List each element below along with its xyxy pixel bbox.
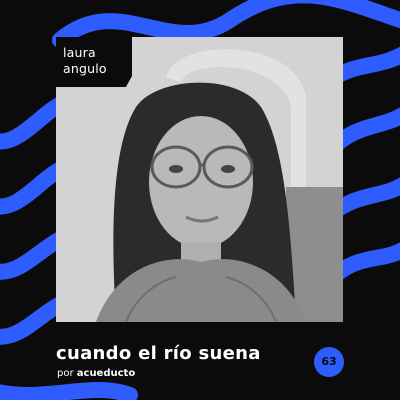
guest-name-tag: laura angulo — [56, 37, 132, 87]
podcast-cover: laura angulo cuando el río suena por acu… — [0, 0, 400, 400]
podcast-title: cuando el río suena — [56, 343, 261, 364]
episode-badge: 63 — [314, 347, 344, 377]
byline-brand: acueducto — [76, 368, 136, 379]
guest-name-last: angulo — [63, 61, 107, 76]
guest-name-first: laura — [63, 45, 96, 60]
byline: por acueducto — [57, 368, 135, 379]
byline-prefix: por — [57, 368, 74, 379]
